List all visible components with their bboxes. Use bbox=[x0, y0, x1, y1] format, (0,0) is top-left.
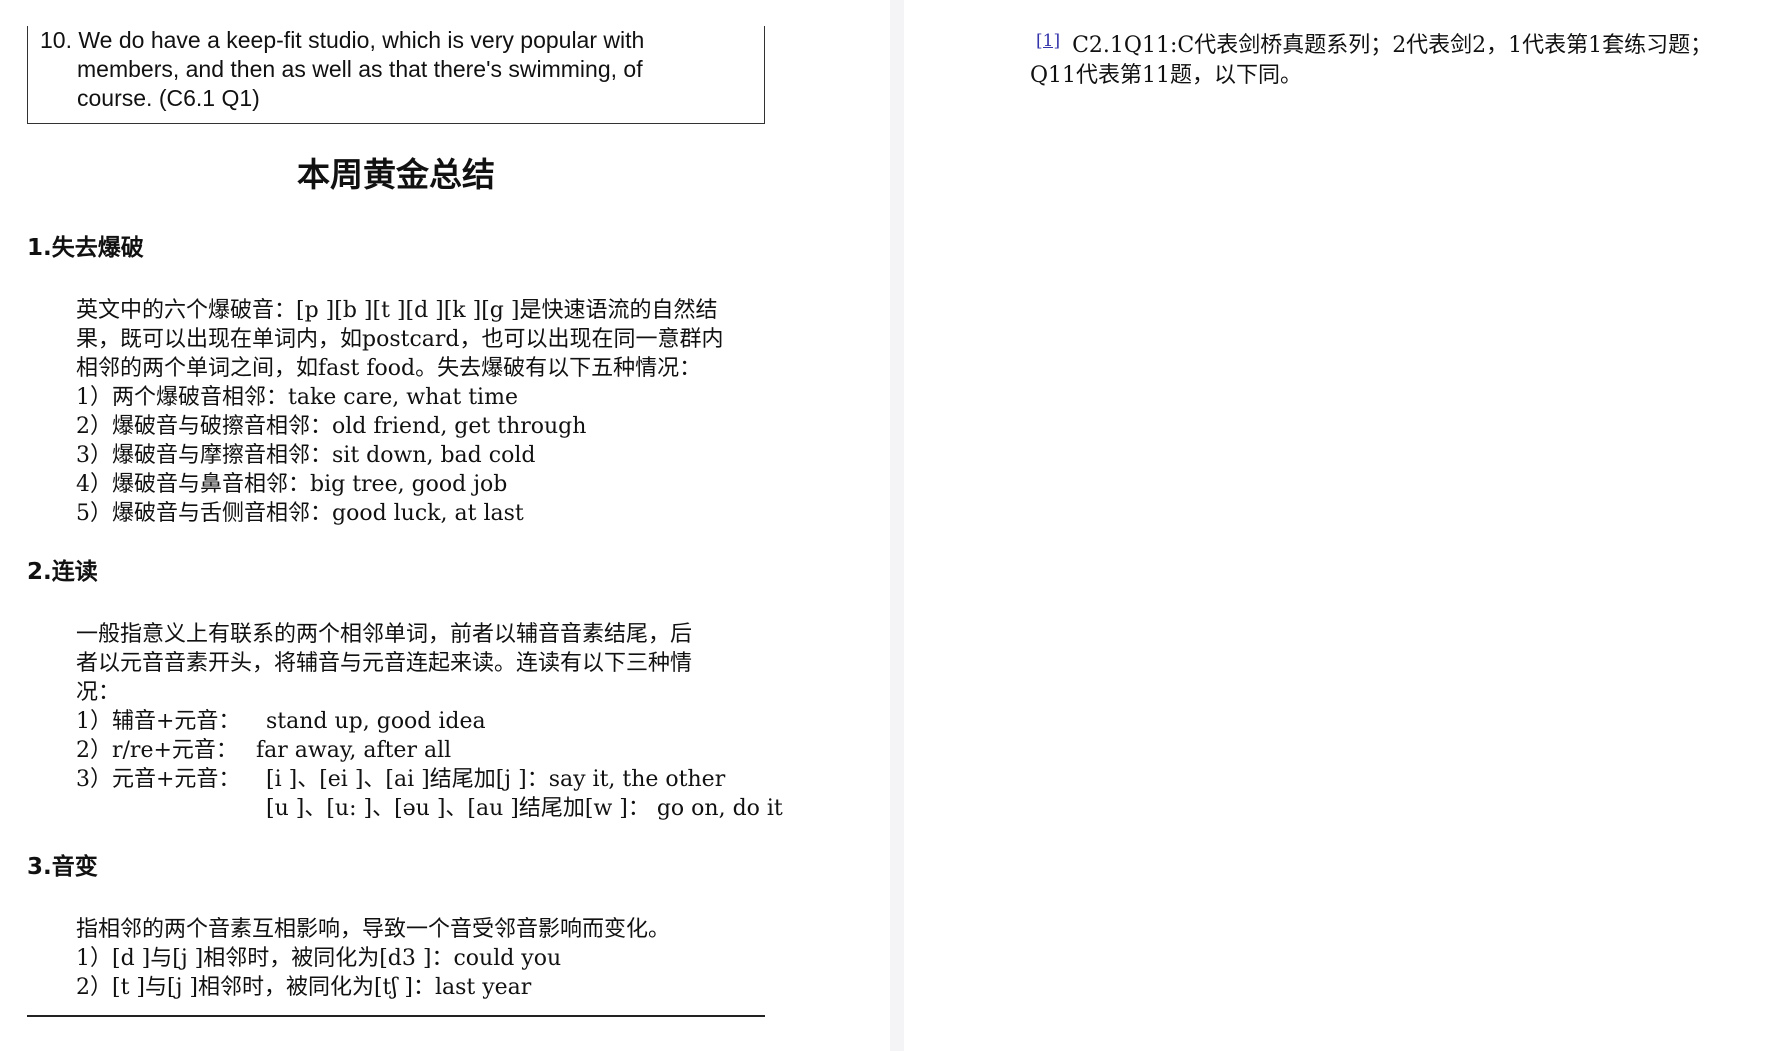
section-heading-3: 3.音变 bbox=[27, 854, 98, 880]
quote-line-3: course. (C6.1 Q1) bbox=[77, 85, 260, 111]
section-heading-1: 1.失去爆破 bbox=[27, 235, 144, 261]
quote-number: 10. bbox=[40, 27, 72, 53]
item-text: [u ]、[u: ]、[əu ]、[au ]结尾加[w ]： go on, do… bbox=[266, 796, 783, 821]
item-text: [i ]、[ei ]、[ai ]结尾加[j ]：say it, the othe… bbox=[266, 767, 726, 792]
list-item: 3）元音+元音： [i ]、[ei ]、[ai ]结尾加[j ]：say it, … bbox=[76, 765, 776, 794]
section-1-intro-line: 英文中的六个爆破音：[p ][b ][t ][d ][k ][g ]是快速语流的… bbox=[76, 298, 718, 323]
list-item: 1）辅音+元音： stand up, good idea bbox=[76, 707, 776, 736]
section-heading-2: 2.连读 bbox=[27, 559, 98, 585]
section-3-body: 指相邻的两个音素互相影响，导致一个音受邻音影响而变化。 1）[d ]与[j ]相… bbox=[76, 915, 776, 1002]
section-2-intro-line: 况： bbox=[76, 680, 121, 705]
quote-line-1: 10. We do have a keep-fit studio, which … bbox=[40, 26, 754, 55]
list-item: 4）爆破音与鼻音相邻：big tree, good job bbox=[76, 472, 508, 497]
page-gutter bbox=[890, 0, 904, 1051]
item-text: far away, after all bbox=[256, 738, 452, 763]
list-item: 1）两个爆破音相邻：take care, what time bbox=[76, 385, 518, 410]
list-item: 2）[t ]与[j ]相邻时，被同化为[tʃ ]：last year bbox=[76, 975, 532, 1000]
section-1-intro-line: 相邻的两个单词之间，如fast food。失去爆破有以下五种情况： bbox=[76, 356, 702, 381]
item-label: 1）辅音+元音： bbox=[76, 709, 241, 734]
footnote-text-1: C2.1Q11:C代表剑桥真题系列；2代表剑2，1代表第1套练习题； bbox=[1072, 33, 1713, 58]
footnote-line-1: [1] C2.1Q11:C代表剑桥真题系列；2代表剑2，1代表第1套练习题； bbox=[1030, 26, 1760, 61]
item-label: 3）元音+元音： bbox=[76, 767, 241, 792]
left-page: 10. We do have a keep-fit studio, which … bbox=[0, 0, 890, 1051]
section-1-body: 英文中的六个爆破音：[p ][b ][t ][d ][k ][g ]是快速语流的… bbox=[76, 296, 776, 528]
quote-box: 10. We do have a keep-fit studio, which … bbox=[27, 26, 765, 124]
list-item: [u ]、[u: ]、[əu ]、[au ]结尾加[w ]： go on, do… bbox=[76, 794, 783, 823]
list-item: 5）爆破音与舌侧音相邻：good luck, at last bbox=[76, 501, 524, 526]
list-item: 3）爆破音与摩擦音相邻：sit down, bad cold bbox=[76, 443, 536, 468]
footnote-line-2: Q11代表第11题，以下同。 bbox=[1030, 63, 1303, 88]
list-item: 2）r/re+元音： far away, after all bbox=[76, 736, 776, 765]
list-item: 1）[d ]与[j ]相邻时，被同化为[d3 ]：could you bbox=[76, 946, 562, 971]
bottom-rule bbox=[27, 1015, 765, 1017]
right-page bbox=[904, 0, 1779, 1051]
footnote: [1] C2.1Q11:C代表剑桥真题系列；2代表剑2，1代表第1套练习题； Q1… bbox=[1030, 26, 1760, 91]
quote-text-1: We do have a keep-fit studio, which is v… bbox=[78, 27, 645, 53]
page-title: 本周黄金总结 bbox=[297, 155, 495, 194]
section-2-intro-line: 一般指意义上有联系的两个相邻单词，前者以辅音音素结尾，后 bbox=[76, 622, 693, 647]
quote-line-2: members, and then as well as that there'… bbox=[77, 56, 643, 82]
section-2-body: 一般指意义上有联系的两个相邻单词，前者以辅音音素结尾，后 者以元音音素开头，将辅… bbox=[76, 620, 783, 823]
item-label: 2）r/re+元音： bbox=[76, 738, 238, 763]
footnote-ref-link[interactable]: [1] bbox=[1030, 31, 1066, 51]
list-item: 2）爆破音与破擦音相邻：old friend, get through bbox=[76, 414, 587, 439]
section-2-intro-line: 者以元音音素开头，将辅音与元音连起来读。连读有以下三种情 bbox=[76, 651, 693, 676]
item-text: stand up, good idea bbox=[266, 709, 486, 734]
section-1-intro-line: 果，既可以出现在单词内，如postcard，也可以出现在同一意群内 bbox=[76, 327, 724, 352]
section-3-intro-line: 指相邻的两个音素互相影响，导致一个音受邻音影响而变化。 bbox=[76, 917, 671, 942]
